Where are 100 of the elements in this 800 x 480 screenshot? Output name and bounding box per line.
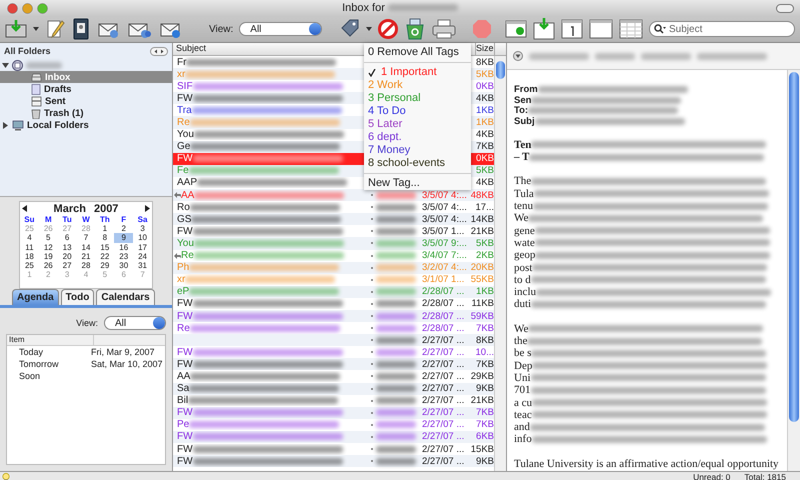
folder-item[interactable]: Trash (1) [0,107,172,119]
month-view-icon[interactable] [618,19,643,39]
message-subject[interactable]: Pe [177,419,190,430]
tag-menu-item[interactable]: 1 Important [364,66,471,79]
calendar-day[interactable]: 23 [114,252,134,262]
calendar-day[interactable]: 11 [20,242,39,252]
message-subject[interactable]: FW [177,298,193,310]
message-subject[interactable]: Ge [177,141,190,152]
calendar-day[interactable]: 17 [133,242,152,252]
agenda-item[interactable]: Today [7,347,91,357]
scrollbar[interactable] [787,70,800,471]
tag-menu-item[interactable]: 8 school-events [364,157,471,170]
message-subject[interactable]: Fr [177,56,186,68]
folder-item[interactable]: Local Folders [0,119,172,131]
expanded-icon[interactable] [2,62,9,68]
column-header[interactable]: Subject [173,43,358,55]
window-button-icon[interactable] [37,2,48,14]
agenda-item[interactable]: Tomorrow [7,359,91,369]
agenda-tab[interactable]: Agenda [12,289,59,305]
toolbar-pill-icon[interactable] [776,4,794,12]
tag-icon[interactable] [340,19,360,39]
calendar-day[interactable]: 22 [95,252,114,262]
message-subject[interactable]: Ro [177,202,190,213]
message-subject[interactable]: FW [177,226,193,237]
tag-menu-item[interactable]: 7 Money [364,144,471,157]
message-subject[interactable]: AAP [177,177,198,188]
message-subject[interactable]: FW [177,358,193,370]
message-subject[interactable]: Tra [177,104,192,116]
address-book-icon[interactable] [71,18,91,40]
message-subject[interactable]: FW [177,346,193,358]
calendar-day[interactable]: 29 [95,261,114,270]
calendar-day[interactable]: 28 [76,261,96,270]
search-field[interactable]: Subject [649,21,795,37]
agenda-tab[interactable]: Todo [60,289,94,305]
message-subject[interactable]: FW [177,444,193,455]
calendar-day[interactable]: 27 [58,261,77,270]
calendar-day[interactable]: 7 [76,233,96,243]
caret-icon[interactable] [33,26,39,32]
scrollbar[interactable] [494,56,506,471]
no-entry-icon[interactable] [378,19,398,39]
agenda-item[interactable]: Soon [7,371,91,381]
menu-item[interactable]: New Tag... [364,177,471,190]
message-subject[interactable]: FW [177,407,193,418]
folder-item[interactable]: Sent [0,95,172,107]
agenda-tab[interactable]: Calendars [96,289,155,305]
calendar-day[interactable]: 14 [76,242,96,252]
collapsed-icon[interactable] [2,122,9,128]
column-header[interactable]: Size [475,43,494,55]
caret-icon[interactable] [366,26,372,32]
collapse-icon[interactable] [513,51,523,61]
previous-icon[interactable] [22,205,27,212]
window-button-icon[interactable] [22,2,33,14]
message-subject[interactable]: Sa [177,383,190,394]
calendar-day[interactable]: 4 [20,233,39,243]
tag-menu-item[interactable]: 6 dept. [364,131,471,144]
folder-item[interactable]: Drafts [0,83,172,95]
calendar-day[interactable]: 24 [133,252,152,262]
message-subject[interactable]: FW [177,431,193,442]
next-icon[interactable] [144,205,150,212]
window-button-icon[interactable] [7,2,18,14]
recycle-bin-icon[interactable] [404,18,426,40]
calendar-day[interactable]: 26 [38,261,58,270]
arrows-icon[interactable] [150,46,168,56]
download-window-icon[interactable] [504,19,527,39]
calendar-day[interactable]: 12 [38,242,58,252]
menu-item[interactable]: 0 Remove All Tags [364,46,471,59]
week-view-icon[interactable] [588,19,613,39]
message-subject[interactable]: SIF [177,80,193,92]
calendar-day[interactable]: 1 [95,224,114,234]
calendar-day[interactable]: 9 [114,233,134,243]
calendar-day[interactable]: 30 [114,261,134,270]
day-view-icon[interactable] [560,19,583,39]
calendar-day[interactable]: 16 [114,242,134,252]
message-subject[interactable]: Re [177,322,190,334]
pencil-icon[interactable] [45,19,65,39]
tag-menu-item[interactable]: 4 To Do [364,105,471,118]
calendar-day[interactable]: 10 [133,233,152,243]
calendar-day[interactable]: 13 [58,242,77,252]
calendar-day[interactable]: 19 [38,252,58,262]
calendar-day[interactable]: 3 [133,224,152,234]
calendar-day[interactable]: 2 [114,224,134,234]
message-subject[interactable]: FW [177,92,193,104]
message-subject[interactable]: Bil [177,395,188,406]
calendar-day[interactable]: 5 [38,233,58,243]
printer-icon[interactable] [432,19,456,39]
message-subject[interactable]: FW [177,153,193,164]
calendar-day[interactable]: 21 [76,252,96,262]
tag-menu-item[interactable]: 5 Later [364,118,471,131]
calendar-day[interactable]: 25 [20,261,39,270]
calendar-day[interactable]: 15 [95,242,114,252]
message-subject[interactable]: FW [177,456,193,467]
message-subject[interactable]: GS [177,214,192,225]
calendar-day[interactable]: 18 [20,252,39,262]
calendar-download-icon[interactable] [532,18,555,40]
calendar-day[interactable]: 8 [95,233,114,243]
message-subject[interactable]: FW [177,310,193,322]
calendar-day[interactable]: 20 [58,252,77,262]
view-select[interactable]: All [104,316,166,330]
message-subject[interactable]: You [177,129,194,140]
view-select[interactable]: All [239,22,322,36]
